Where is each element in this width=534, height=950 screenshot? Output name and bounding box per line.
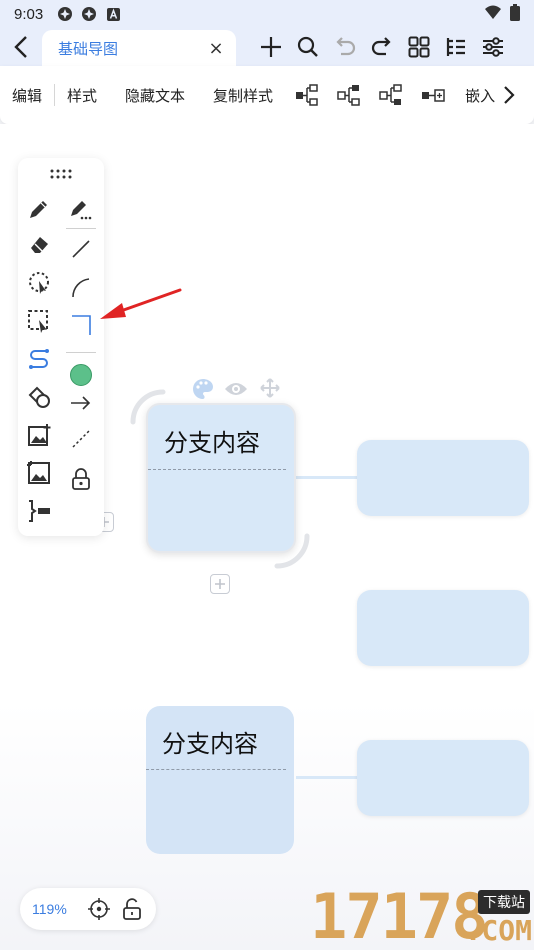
format-toolbar: 编辑 样式 隐藏文本 复制样式 嵌入 — [0, 66, 534, 124]
copy-style-button[interactable]: 复制样式 — [213, 85, 273, 106]
title-bar: 基础导图 × — [0, 28, 534, 66]
grid-icon — [408, 36, 429, 58]
palette-icon[interactable] — [192, 378, 214, 404]
straight-line-icon[interactable] — [66, 234, 96, 264]
document-tab[interactable]: 基础导图 × — [42, 30, 236, 66]
add-button[interactable] — [252, 28, 289, 66]
add-sibling-node-button[interactable] — [335, 81, 363, 109]
bracket-icon[interactable] — [24, 496, 54, 526]
shape-icon[interactable] — [24, 382, 54, 412]
settings-button[interactable] — [474, 28, 511, 66]
grid-view-button[interactable] — [400, 28, 437, 66]
add-sibling-node-icon — [337, 85, 360, 106]
add-free-node-button[interactable] — [419, 81, 447, 109]
search-icon — [297, 36, 318, 57]
arc-line-icon[interactable] — [66, 272, 96, 302]
add-free-node-icon — [422, 89, 445, 102]
style-button[interactable]: 样式 — [67, 85, 97, 106]
add-child-node-button[interactable] — [293, 81, 321, 109]
node-divider — [146, 769, 286, 770]
unlock-icon — [123, 898, 142, 920]
outline-button[interactable] — [437, 28, 474, 66]
crosshair-icon — [87, 898, 110, 920]
eye-icon[interactable] — [224, 380, 248, 402]
edit-tab[interactable]: 编辑 — [12, 85, 42, 106]
undo-icon — [335, 37, 355, 56]
wifi-icon — [484, 5, 502, 24]
branch-node-text[interactable]: 分支内容 — [164, 423, 260, 458]
undo-button[interactable] — [326, 28, 363, 66]
zoom-control: 119% — [20, 888, 156, 930]
move-icon[interactable] — [260, 378, 280, 402]
status-time: 9:03 — [14, 5, 44, 23]
branch-node-selected[interactable]: 分支内容 — [146, 403, 296, 553]
battery-icon — [510, 3, 520, 25]
connector-line — [296, 476, 358, 479]
search-button[interactable] — [289, 28, 326, 66]
app-notification-icon — [57, 6, 73, 22]
child-node[interactable] — [357, 590, 529, 666]
embed-button[interactable]: 嵌入 — [465, 85, 495, 106]
hide-text-button[interactable]: 隐藏文本 — [125, 85, 185, 106]
palette-divider — [66, 352, 96, 353]
branch-node-text[interactable]: 分支内容 — [162, 724, 258, 759]
add-icon — [260, 37, 281, 57]
child-node[interactable] — [357, 440, 529, 516]
toolbar-divider — [54, 84, 56, 106]
title-actions — [252, 28, 511, 66]
annotation-arrow-icon — [100, 288, 182, 319]
unlock-button[interactable] — [121, 897, 144, 921]
add-node-bottom-button[interactable] — [210, 574, 230, 594]
dotted-line-icon[interactable] — [66, 424, 96, 454]
lock-icon[interactable] — [66, 464, 96, 494]
child-node[interactable] — [357, 740, 529, 816]
status-bar: 9:03 — [0, 0, 534, 28]
back-button[interactable] — [0, 28, 42, 66]
pen-icon[interactable] — [24, 194, 54, 224]
redo-button[interactable] — [363, 28, 400, 66]
watermark-badge: 下载站 — [478, 890, 530, 914]
elbow-line-icon[interactable] — [66, 310, 96, 340]
watermark-logo: 17178 下载站 .COM — [310, 884, 534, 950]
toolbar-more-button[interactable] — [503, 85, 515, 105]
document-tab-title: 基础导图 — [58, 39, 119, 58]
color-swatch-icon[interactable] — [66, 360, 96, 390]
branch-node[interactable]: 分支内容 — [146, 706, 294, 854]
box-select-icon[interactable] — [24, 306, 54, 336]
connect-line-icon[interactable] — [24, 344, 54, 374]
lasso-select-icon[interactable] — [24, 268, 54, 298]
outline-icon — [446, 38, 465, 56]
marker-pen-icon[interactable] — [66, 194, 96, 224]
add-parent-node-icon — [379, 84, 402, 105]
watermark-digits: 17178 — [310, 880, 489, 950]
drawing-palette — [18, 158, 104, 536]
redo-icon — [371, 37, 391, 56]
image-add-icon[interactable] — [24, 420, 54, 450]
add-child-node-icon — [296, 84, 318, 106]
back-arrow-icon — [14, 36, 27, 58]
drag-handle-icon[interactable] — [46, 164, 76, 184]
close-tab-button[interactable]: × — [206, 38, 226, 59]
chevron-right-icon — [504, 86, 515, 104]
settings-sliders-icon — [482, 37, 503, 57]
letter-a-icon — [105, 6, 121, 22]
watermark-suffix: .COM — [464, 914, 532, 947]
connector-line — [296, 776, 358, 779]
palette-divider — [66, 228, 96, 229]
plus-icon — [215, 579, 225, 589]
eraser-icon[interactable] — [24, 230, 54, 260]
zoom-level[interactable]: 119% — [32, 901, 77, 917]
arrow-icon[interactable] — [66, 388, 96, 418]
add-parent-node-button[interactable] — [377, 81, 405, 109]
node-divider — [148, 469, 286, 470]
app-notification-icon — [81, 6, 97, 22]
locate-button[interactable] — [87, 897, 110, 921]
image-icon[interactable] — [24, 458, 54, 488]
